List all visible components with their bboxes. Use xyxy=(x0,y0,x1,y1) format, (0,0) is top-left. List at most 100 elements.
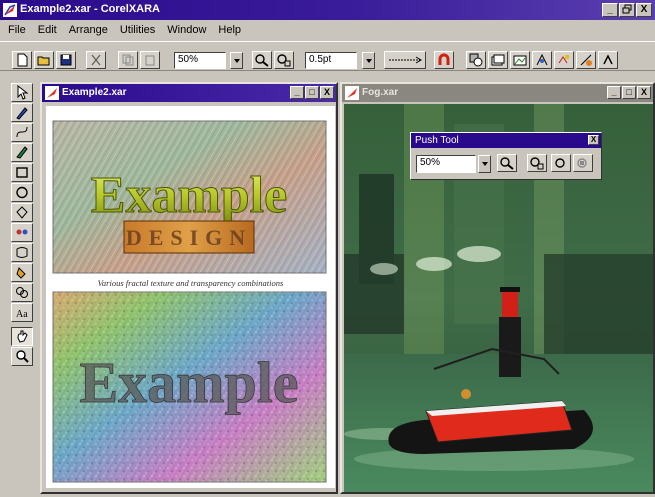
push-hand-icon xyxy=(17,330,28,343)
document-icon xyxy=(345,86,359,100)
doc1-close-button[interactable]: X xyxy=(320,86,334,99)
menu-edit[interactable]: Edit xyxy=(32,21,63,39)
arrange-button[interactable] xyxy=(466,51,486,69)
menu-window[interactable]: Window xyxy=(161,21,212,39)
open-icon xyxy=(37,56,50,66)
mould-icon xyxy=(16,247,28,258)
bitmap-gallery-icon xyxy=(536,53,548,66)
bezier-icon xyxy=(16,126,28,138)
push-tool[interactable] xyxy=(11,327,33,346)
layer-icon xyxy=(491,54,505,66)
zoom-icon xyxy=(255,54,269,67)
cut-button[interactable] xyxy=(86,51,106,69)
save-icon xyxy=(60,54,72,66)
push-zoom-dropdown-arrow[interactable] xyxy=(478,155,491,173)
menu-utilities[interactable]: Utilities xyxy=(114,21,161,39)
line-width-combo[interactable]: 0.5pt xyxy=(305,52,357,69)
app-title: Example2.xar - CorelXARA xyxy=(20,3,160,15)
menu-bar: File Edit Arrange Utilities Window Help xyxy=(0,21,655,39)
open-button[interactable] xyxy=(34,51,54,69)
art-title-text: Example xyxy=(91,167,287,224)
bitmap-gallery-button[interactable] xyxy=(532,51,552,69)
line-style-button[interactable] xyxy=(384,51,426,69)
main-toolbar: 50% 0.5pt xyxy=(0,41,655,71)
shape-editor-tool[interactable] xyxy=(11,143,33,162)
doc-title-example2: Example2.xar xyxy=(62,87,127,98)
menu-arrange[interactable]: Arrange xyxy=(63,21,114,39)
magnify-icon xyxy=(16,350,29,363)
line-width-dropdown-arrow[interactable] xyxy=(362,52,375,69)
snap-button[interactable] xyxy=(434,51,454,69)
doc-titlebar-example2[interactable]: Example2.xar _ □ X xyxy=(42,84,336,102)
doc1-minimize-button[interactable]: _ xyxy=(290,86,304,99)
doc2-minimize-button[interactable]: _ xyxy=(607,86,621,99)
fill-tool[interactable] xyxy=(11,263,33,282)
push-tool-title: Push Tool xyxy=(415,135,459,146)
text-tool[interactable]: Aa xyxy=(11,303,33,322)
zoom-selected-icon xyxy=(555,158,565,168)
zoom-fit-icon xyxy=(277,54,291,67)
zoom-dropdown-arrow[interactable] xyxy=(230,52,243,69)
push-zoom-fit-button[interactable] xyxy=(527,154,547,172)
font-gallery-button[interactable] xyxy=(598,51,618,69)
selector-tool[interactable] xyxy=(11,83,33,102)
line-style-icon xyxy=(389,56,422,64)
new-icon xyxy=(17,53,28,67)
menu-help[interactable]: Help xyxy=(212,21,247,39)
freehand-tool[interactable] xyxy=(11,103,33,122)
bezier-tool[interactable] xyxy=(11,123,33,142)
push-zoom-previous-button[interactable] xyxy=(573,154,593,172)
magnet-icon xyxy=(438,53,450,65)
doc-title-fog: Fog.xar xyxy=(362,87,399,98)
corelxara-window: Example2.xar - CorelXARA _ X File Edit A… xyxy=(0,0,655,497)
restore-button[interactable] xyxy=(619,3,635,17)
new-button[interactable] xyxy=(12,51,32,69)
push-tool-close-button[interactable]: X xyxy=(588,135,599,145)
save-button[interactable] xyxy=(56,51,76,69)
menu-file[interactable]: File xyxy=(2,21,32,39)
zoom-in-icon xyxy=(500,157,514,170)
minimize-button[interactable]: _ xyxy=(602,3,618,17)
canvas-example2[interactable]: Example DESIGN Example Various fractal t… xyxy=(46,106,335,488)
fill-icon xyxy=(16,267,26,279)
ellipse-tool[interactable] xyxy=(11,183,33,202)
zoom-tool-button[interactable] xyxy=(252,51,272,69)
tool-strip: Aa xyxy=(11,83,35,383)
zoom-tool[interactable] xyxy=(11,347,33,366)
push-tool-palette: Push Tool X 50% xyxy=(410,132,602,180)
zoom-combo[interactable]: 50% xyxy=(174,52,226,69)
doc-titlebar-fog[interactable]: Fog.xar _ □ X xyxy=(342,84,653,102)
mould-tool[interactable] xyxy=(11,243,33,262)
transparency-tool[interactable] xyxy=(11,283,33,302)
text-icon: Aa xyxy=(16,309,28,320)
artwork-example2: Example DESIGN Example xyxy=(52,120,327,483)
zoom-previous-icon xyxy=(577,158,587,168)
line-gallery-icon xyxy=(558,55,569,64)
push-zoom-in-button[interactable] xyxy=(497,154,517,172)
app-titlebar[interactable]: Example2.xar - CorelXARA _ X xyxy=(0,0,655,20)
blend-tool[interactable] xyxy=(11,223,33,242)
layer-button[interactable] xyxy=(488,51,508,69)
zoom-fit-icon xyxy=(530,157,544,170)
doc1-maximize-button[interactable]: □ xyxy=(305,86,319,99)
push-zoom-combo[interactable]: 50% xyxy=(416,155,476,173)
line-gallery-button[interactable] xyxy=(554,51,574,69)
gallery-button[interactable] xyxy=(510,51,530,69)
push-tool-titlebar[interactable]: Push Tool X xyxy=(411,133,601,148)
copy-button[interactable] xyxy=(118,51,138,69)
shape-editor-icon xyxy=(16,146,28,159)
color-gallery-icon xyxy=(580,54,592,66)
arrange-icon xyxy=(469,53,483,67)
close-button[interactable]: X xyxy=(636,3,652,17)
transparency-icon xyxy=(16,287,28,298)
zoom-fit-button[interactable] xyxy=(274,51,294,69)
copy-icon xyxy=(122,54,134,66)
rectangle-tool[interactable] xyxy=(11,163,33,182)
doc2-close-button[interactable]: X xyxy=(637,86,651,99)
art-caption: Various fractal texture and transparency… xyxy=(97,278,284,288)
paste-button[interactable] xyxy=(140,51,160,69)
push-zoom-selected-button[interactable] xyxy=(551,154,571,172)
quickshape-tool[interactable] xyxy=(11,203,33,222)
doc2-maximize-button[interactable]: □ xyxy=(622,86,636,99)
color-gallery-button[interactable] xyxy=(576,51,596,69)
